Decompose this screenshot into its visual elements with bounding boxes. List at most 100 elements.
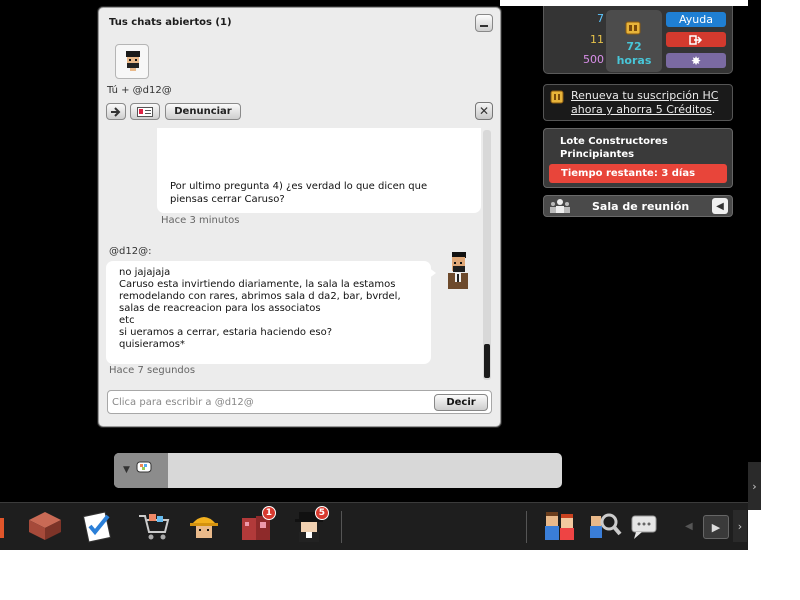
quests-button[interactable] [80,508,116,544]
message-bubble-other: no jajajaja Caruso esta invirtiendo diar… [106,261,431,364]
arrow-right-icon [111,106,121,117]
notification-badge: 5 [314,506,329,520]
close-chat-button[interactable]: ✕ [475,102,493,120]
chevron-left-icon: ◀ [716,200,724,212]
right-edge-strip [748,0,761,462]
chevron-left-icon[interactable]: ◀ [685,521,693,532]
bubble-tail [428,267,436,279]
room-info-bar[interactable]: Sala de reunión ◀ [543,195,733,217]
builders-title-line: Principiantes [560,149,635,160]
chat-message-input[interactable] [112,394,432,410]
promo-text: Renueva tu suscripción HC ahora y ahorra… [571,89,732,117]
chevron-right-icon: › [737,519,743,533]
home-button[interactable] [0,508,14,544]
chat-bubble-icon [631,515,657,539]
message-line: no jajajaja [119,267,171,278]
room-name: Sala de reunión [592,200,690,213]
builders-title-line: Lote Constructores [560,136,668,147]
message-line: Caruso esta invirtiendo diariamente, la … [119,279,396,290]
builders-club-panel[interactable]: Lote Constructores Principiantes Tiempo … [543,128,733,188]
chat-avatar-tab[interactable] [115,44,149,79]
diamonds-count: 7 [597,12,604,25]
friends-icon [545,512,574,540]
minimize-icon [480,25,488,27]
message-timestamp: Hace 7 segundos [109,365,196,376]
message-timestamp: Hace 3 minutos [161,215,240,226]
profile-card-button[interactable] [130,103,160,120]
report-button[interactable]: Denunciar [165,103,241,120]
close-icon: ✕ [478,104,490,118]
message-line: Por ultimo pregunta 4) ¿es verdad lo que… [170,181,428,192]
chevron-right-icon: › [752,479,757,493]
message-line: piensas cerrar Caruso? [170,194,285,205]
gear-icon: ✸ [690,53,702,68]
sender-avatar[interactable] [439,248,477,293]
profile-card-icon [137,106,153,117]
message-line: etc [119,315,135,326]
chat-input-bar[interactable]: ▼ [114,453,562,488]
credits-count: 11 [590,33,604,46]
toolbar-separator [341,511,342,543]
message-line: quisieramos* [119,339,185,350]
game-viewport: Tus chats abiertos (1) Tú + @d12@ Denunc… [0,0,748,550]
chat-input-box: Decir [107,390,492,414]
chat-messages: Por ultimo pregunta 4) ¿es verdad lo que… [99,128,502,380]
message-line: remodelando con rares, abrimos sala d da… [119,291,401,302]
chat-window: Tus chats abiertos (1) Tú + @d12@ Denunc… [98,7,501,427]
hc-hours-remaining: 72 horas [606,40,662,68]
home-icon [0,518,4,538]
settings-button[interactable]: ✸ [666,53,726,68]
chevron-right-icon: ▶ [711,520,721,534]
message-line: salas de reacreacion para los associatos [119,303,321,314]
builder-icon [190,517,218,538]
builder-button[interactable] [186,508,222,544]
chat-style-selector[interactable]: ▼ [114,453,168,488]
scrollbar-thumb[interactable] [484,344,490,378]
toolbar-separator [526,511,527,543]
message-line: si ueramos a cerrar, estaria haciendo es… [119,327,333,338]
bottom-toolbar: 1 5 ◀ ▶ [0,502,748,550]
hc-hours-unit: horas [616,54,652,67]
logout-button[interactable] [666,32,726,47]
follow-button[interactable] [106,103,126,120]
page-margin [761,0,800,600]
help-button[interactable]: Ayuda [666,12,726,27]
chat-scrollbar[interactable] [483,130,491,380]
toolbar-collapse-button[interactable]: › [733,510,747,542]
avatar-head-icon [126,51,140,71]
builders-title: Lote Constructores Principiantes [560,135,668,161]
chevron-down-icon: ▼ [123,465,130,475]
chat-history-button[interactable] [626,508,662,544]
notification-badge: 1 [261,506,276,520]
quests-icon [82,511,112,543]
chat-bubble-style-icon [136,461,152,473]
side-panel-toggle[interactable]: › [748,462,761,510]
friends-button[interactable] [542,508,578,544]
rooms-icon [29,512,61,540]
rooms-button[interactable] [25,508,61,544]
hc-promo-icon [550,90,564,104]
hc-status[interactable]: 72 horas [606,10,662,72]
chat-window-title: Tus chats abiertos (1) [109,17,232,28]
promo-suffix: . [711,103,716,116]
send-button[interactable]: Decir [434,394,488,411]
search-friends-button[interactable] [587,508,623,544]
duckets-count: 500 [583,53,604,66]
hc-renew-promo: Renueva tu suscripción HC ahora y ahorra… [543,84,733,121]
minimize-button[interactable] [475,14,493,32]
hc-hours-value: 72 [626,40,642,53]
hc-renew-link[interactable]: Renueva tu suscripción HC ahora y ahorra… [571,89,718,116]
search-friends-icon [590,513,622,538]
chat-participants: Tú + @d12@ [107,85,172,96]
shop-cart-icon [139,514,170,540]
room-people-icon [550,199,570,213]
room-info-toggle[interactable]: ◀ [712,198,728,214]
builders-time-remaining: Tiempo restante: 3 días [549,164,727,183]
message-sender: @d12@: [109,246,152,257]
messenger-button[interactable]: 5 [291,506,329,544]
message-bubble-own: Por ultimo pregunta 4) ¿es verdad lo que… [157,128,481,213]
catalog-button[interactable]: 1 [238,506,276,544]
logout-icon [689,34,703,45]
shop-button[interactable] [135,508,171,544]
toolbar-next-button[interactable]: ▶ [703,515,729,539]
